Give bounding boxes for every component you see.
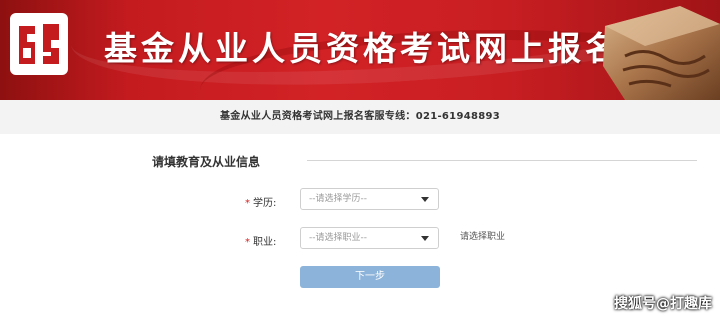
education-label-text: 学历: bbox=[253, 198, 277, 209]
education-label: * 学历: bbox=[245, 194, 276, 209]
header-banner: 基金从业人员资格考试网上报名 bbox=[0, 0, 720, 100]
education-select[interactable]: --请选择学历-- bbox=[300, 188, 439, 210]
occupation-hint: 请选择职业 bbox=[460, 232, 506, 242]
hotline-bar: 基金从业人员资格考试网上报名客服专线：021-61948893 bbox=[0, 100, 720, 134]
required-mark: * bbox=[245, 198, 250, 209]
section-divider bbox=[307, 160, 697, 161]
chevron-down-icon[interactable] bbox=[421, 236, 429, 241]
occupation-select-value: --请选择职业-- bbox=[309, 233, 367, 243]
hotline-text: 基金从业人员资格考试网上报名客服专线：021-61948893 bbox=[220, 111, 500, 122]
occupation-label-text: 职业: bbox=[253, 237, 277, 248]
banner-title: 基金从业人员资格考试网上报名 bbox=[104, 29, 622, 68]
required-mark: * bbox=[245, 237, 250, 248]
watermark: 搜狐号@打趣库 bbox=[614, 296, 712, 312]
seal-image bbox=[603, 6, 720, 100]
education-select-value: --请选择学历-- bbox=[309, 194, 367, 204]
chevron-down-icon[interactable] bbox=[421, 197, 429, 202]
occupation-select[interactable]: --请选择职业-- bbox=[300, 227, 439, 249]
association-logo bbox=[10, 13, 68, 75]
occupation-label: * 职业: bbox=[245, 233, 276, 248]
next-button[interactable]: 下一步 bbox=[300, 266, 440, 288]
section-title: 请填教育及从业信息 bbox=[152, 155, 261, 169]
registration-page: 基金从业人员资格考试网上报名 基金从业人员资格考试网上报名客服专线：021-61… bbox=[0, 0, 720, 321]
